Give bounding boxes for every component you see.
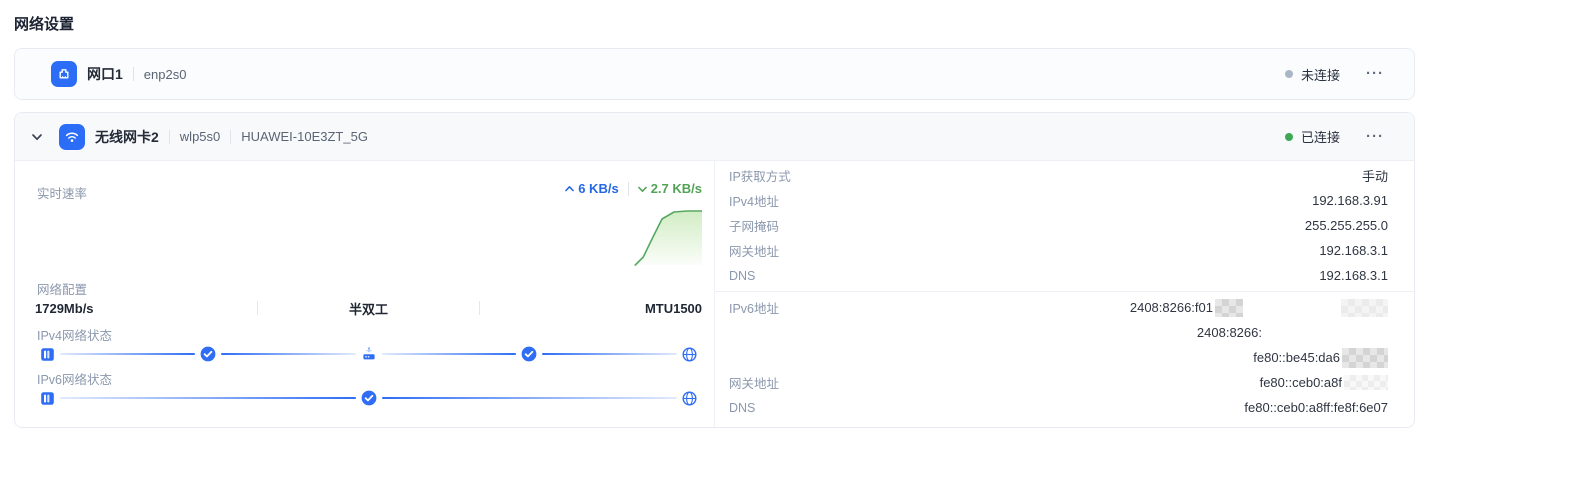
- check-circle-icon: [521, 346, 537, 362]
- upload-rate-value: 6 KB/s: [578, 181, 619, 196]
- divider: [627, 181, 629, 196]
- wifi-ssid: HUAWEI-10E3ZT_5G: [241, 129, 368, 144]
- censored-block: [1342, 347, 1388, 368]
- wifi-card-title: 无线网卡2: [95, 128, 159, 145]
- router-icon: [361, 346, 377, 362]
- detail-row-gateway4: 网关地址 192.168.3.1: [729, 238, 1388, 263]
- ipv6-address-label: IPv6地址: [729, 302, 780, 316]
- check-circle-icon: [200, 346, 216, 362]
- status-segment: [60, 353, 195, 355]
- gateway4-value: 192.168.3.1: [1319, 243, 1388, 258]
- ethernet-card-title: 网口1: [87, 66, 123, 82]
- mtu-value: MTU1500: [644, 300, 703, 316]
- download-area-fill: [635, 211, 702, 265]
- download-rate-value: 2.7 KB/s: [650, 181, 702, 196]
- dns4-value: 192.168.3.1: [1319, 268, 1388, 283]
- subnet-mask-label: 子网掩码: [729, 220, 780, 234]
- ethernet-card-header[interactable]: 网口1 enp2s0 未连接 ···: [15, 49, 1414, 99]
- ip-method-value: 手动: [1361, 169, 1388, 184]
- ethernet-interface-name: enp2s0: [143, 66, 187, 82]
- detail-row-ipv6-2: 2408:8266:: [729, 320, 1388, 345]
- more-menu-icon[interactable]: ···: [1366, 129, 1384, 144]
- realtime-rate-label: 实时速率: [37, 187, 88, 201]
- realtime-rates: 6 KB/s 2.7 KB/s: [565, 181, 702, 196]
- wifi-icon: [59, 123, 85, 150]
- wifi-card: 无线网卡2 wlp5s0 HUAWEI-10E3ZT_5G 已连接 ··· 实时…: [14, 112, 1415, 428]
- detail-row-ip-method: IP获取方式 手动: [729, 163, 1388, 188]
- detail-row-dns6: DNS fe80::ceb0:a8ff:fe8f:6e07: [729, 395, 1388, 420]
- gateway6-value: fe80::ceb0:a8f: [1260, 375, 1388, 390]
- speed-chart-svg: [634, 210, 702, 266]
- speed-chart: [35, 201, 702, 267]
- censored-block: [1344, 375, 1388, 390]
- gateway4-label: 网关地址: [729, 245, 780, 259]
- dns6-value: fe80::ceb0:a8ff:fe8f:6e07: [1244, 400, 1388, 415]
- status-segment: [60, 397, 356, 399]
- check-circle-icon: [361, 390, 377, 406]
- detail-row-gateway6: 网关地址 fe80::ceb0:a8f: [729, 370, 1388, 395]
- detail-row-mask: 子网掩码 255.255.255.0: [729, 213, 1388, 238]
- ipv6-status-line: [35, 389, 702, 407]
- arrow-down-icon: [637, 186, 647, 192]
- detail-row-ipv6-3: fe80::be45:da6: [729, 345, 1388, 370]
- divider: [230, 129, 232, 144]
- censored-block: [1341, 298, 1388, 317]
- globe-icon: [682, 346, 697, 362]
- nas-device-icon: [40, 391, 55, 406]
- ipv4-status-line: [35, 345, 702, 363]
- gateway6-text: fe80::ceb0:a8f: [1259, 375, 1342, 390]
- ethernet-status-label: 未连接: [1300, 67, 1340, 83]
- ipv6-address-text-1: 2408:8266:f01: [1129, 300, 1213, 315]
- detail-row-dns4: DNS 192.168.3.1: [729, 263, 1388, 288]
- ipv6-address-value-3: fe80::be45:da6: [1253, 347, 1388, 368]
- status-dot-connected: [1284, 132, 1293, 141]
- status-segment: [542, 353, 677, 355]
- dns6-label: DNS: [729, 400, 756, 415]
- duplex-value: 半双工: [349, 301, 389, 317]
- wifi-interface-name: wlp5s0: [179, 129, 221, 144]
- ethernet-card: 网口1 enp2s0 未连接 ···: [14, 48, 1415, 100]
- download-rate: 2.7 KB/s: [637, 181, 702, 196]
- arrow-up-icon: [565, 185, 575, 191]
- wifi-card-header[interactable]: 无线网卡2 wlp5s0 HUAWEI-10E3ZT_5G 已连接 ···: [15, 113, 1414, 161]
- ipv6-address-value-1: 2408:8266:f01: [1129, 298, 1388, 317]
- page-title: 网络设置: [14, 16, 75, 33]
- wifi-left-panel: 实时速率 6 KB/s 2.7 KB/s 网络配置 1729Mb/s 半双工 M…: [15, 161, 714, 427]
- ipv4-address-value: 192.168.3.91: [1312, 193, 1388, 208]
- ipv4-address-label: IPv4地址: [729, 195, 780, 209]
- network-config-row: 1729Mb/s 半双工 MTU1500: [35, 297, 702, 319]
- ip-method-label: IP获取方式: [729, 170, 791, 184]
- divider: [168, 129, 170, 144]
- ipv6-address-text-3: fe80::be45:da6: [1253, 350, 1340, 365]
- chevron-down-icon[interactable]: [29, 129, 45, 145]
- link-speed-value: 1729Mb/s: [35, 300, 94, 316]
- section-divider: [715, 291, 1414, 292]
- detail-row-ipv6-1: IPv6地址 2408:8266:f01: [729, 295, 1388, 320]
- status-segment: [381, 397, 677, 399]
- wifi-status-label: 已连接: [1300, 130, 1340, 145]
- more-menu-icon[interactable]: ···: [1366, 66, 1384, 81]
- ipv6-status-label: IPv6网络状态: [37, 373, 113, 387]
- ethernet-port-icon: [51, 61, 77, 87]
- detail-row-ipv4: IPv4地址 192.168.3.91: [729, 188, 1388, 213]
- dns4-label: DNS: [729, 268, 756, 283]
- status-dot-disconnected: [1284, 70, 1293, 78]
- divider: [132, 67, 134, 81]
- subnet-mask-value: 255.255.255.0: [1304, 218, 1388, 233]
- censored-block: [1215, 298, 1243, 317]
- globe-icon: [682, 390, 697, 406]
- ipv4-status-label: IPv4网络状态: [37, 329, 113, 343]
- status-segment: [220, 353, 356, 355]
- wifi-detail-panel: IP获取方式 手动 IPv4地址 192.168.3.91 子网掩码 255.2…: [714, 161, 1414, 427]
- ipv6-address-value-2: 2408:8266:: [1196, 325, 1262, 340]
- network-config-label: 网络配置: [37, 283, 88, 297]
- upload-rate: 6 KB/s: [565, 181, 619, 196]
- nas-device-icon: [40, 347, 55, 362]
- gateway6-label: 网关地址: [729, 377, 780, 391]
- status-segment: [381, 353, 517, 355]
